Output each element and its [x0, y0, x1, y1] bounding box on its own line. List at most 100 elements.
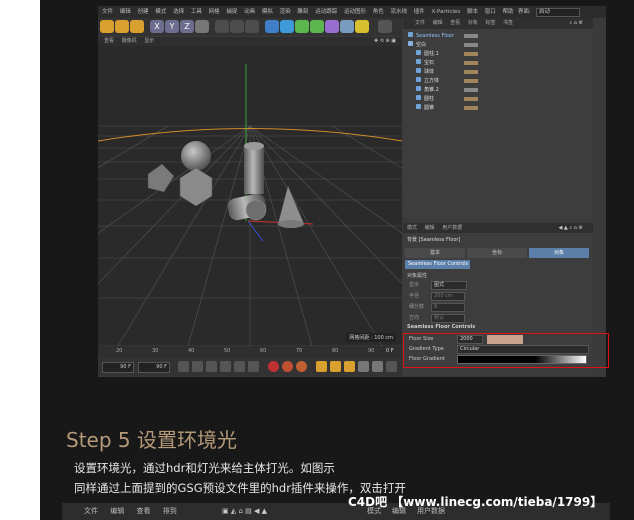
- menu-item[interactable]: X-Particles: [432, 9, 461, 15]
- spline-icon[interactable]: [280, 20, 294, 33]
- param-key-icon[interactable]: [358, 361, 369, 372]
- menu-item[interactable]: 插件: [414, 9, 425, 15]
- visibility-flags[interactable]: [464, 79, 478, 83]
- strip-menu-item[interactable]: 文件: [84, 507, 98, 515]
- object-row[interactable]: 角锥.2: [408, 86, 596, 95]
- 3d-viewport[interactable]: 网格间距 : 100 cm: [98, 46, 402, 346]
- viewport-menu-item[interactable]: 显示: [144, 38, 154, 44]
- key-selection-icon[interactable]: [296, 361, 307, 372]
- om-menu-item[interactable]: 文件: [415, 20, 425, 26]
- object-row[interactable]: 圆柱.1: [408, 50, 596, 59]
- am-menu-item[interactable]: 编辑: [425, 225, 435, 231]
- menu-item[interactable]: 流水线: [390, 9, 407, 15]
- radius-field[interactable]: 200 cm: [431, 292, 465, 301]
- visibility-flags[interactable]: [464, 88, 478, 92]
- strip-menu-item[interactable]: 编辑: [110, 507, 124, 515]
- prev-frame-icon[interactable]: [206, 361, 217, 372]
- viewport-menu-item[interactable]: 查看: [104, 38, 114, 44]
- scale-key-icon[interactable]: [330, 361, 341, 372]
- visibility-flags[interactable]: [464, 43, 478, 47]
- visibility-flags[interactable]: [464, 70, 478, 74]
- menu-item[interactable]: 运动跟踪: [315, 9, 337, 15]
- menu-item[interactable]: 文件: [102, 9, 113, 15]
- strip-menu-item[interactable]: 排到: [163, 507, 177, 515]
- visibility-flags[interactable]: [464, 106, 478, 110]
- object-row[interactable]: Seamless Floor: [408, 32, 588, 41]
- object-row[interactable]: 宝石: [408, 59, 596, 68]
- menu-item[interactable]: 动画: [244, 9, 255, 15]
- menu-item[interactable]: 脚本: [467, 9, 478, 15]
- timeline-menu-icon[interactable]: [386, 361, 397, 372]
- cube-icon[interactable]: [265, 20, 279, 33]
- menu-item[interactable]: 编辑: [120, 9, 131, 15]
- menu-item[interactable]: 创建: [138, 9, 149, 15]
- menu-item[interactable]: 窗口: [485, 9, 496, 15]
- autokey-icon[interactable]: [282, 361, 293, 372]
- controls-tab-badge[interactable]: Seamless Floor Controls: [405, 260, 470, 269]
- om-menu-item[interactable]: 对象: [468, 20, 478, 26]
- visibility-flags[interactable]: [464, 52, 478, 56]
- scene-icon[interactable]: [340, 20, 354, 33]
- am-menu-item[interactable]: 模式: [407, 225, 417, 231]
- object-row[interactable]: 球体: [408, 68, 596, 77]
- menu-item[interactable]: 角色: [373, 9, 384, 15]
- menu-item[interactable]: 工具: [191, 9, 202, 15]
- layout-select[interactable]: 启动: [536, 8, 580, 17]
- menu-item[interactable]: 雕刻: [297, 9, 308, 15]
- object-row[interactable]: 立方体: [408, 77, 596, 86]
- menu-item[interactable]: 运动图形: [344, 9, 366, 15]
- array-icon[interactable]: [310, 20, 324, 33]
- scale-icon[interactable]: [130, 20, 144, 33]
- viewport-nav-icon[interactable]: [378, 20, 392, 33]
- coordinate-system-icon[interactable]: [195, 20, 209, 33]
- prev-key-icon[interactable]: [192, 361, 203, 372]
- om-menu-item[interactable]: 书签: [503, 20, 513, 26]
- object-row[interactable]: 圆锥: [408, 104, 596, 113]
- render-settings-icon[interactable]: [245, 20, 259, 33]
- viewport-menu-item[interactable]: 摄像机: [122, 38, 137, 44]
- orientation-select[interactable]: 默认: [431, 314, 465, 323]
- subdivisions-field[interactable]: 8: [431, 303, 465, 312]
- menu-item[interactable]: 选择: [173, 9, 184, 15]
- go-to-start-icon[interactable]: [178, 361, 189, 372]
- menu-item[interactable]: 捕捉: [226, 9, 237, 15]
- tab-basic[interactable]: 基本: [405, 248, 465, 258]
- y-axis-icon[interactable]: Y: [165, 20, 179, 33]
- pla-key-icon[interactable]: [372, 361, 383, 372]
- cylinder-object[interactable]: [244, 146, 264, 194]
- om-menu-item[interactable]: 编辑: [433, 20, 443, 26]
- object-row[interactable]: 圆柱: [408, 95, 596, 104]
- undo-icon[interactable]: [100, 20, 114, 33]
- viewport-nav-icons[interactable]: ✥ ⟲ ⊕ ▣: [374, 37, 396, 46]
- display-select[interactable]: 图式: [431, 281, 467, 290]
- om-menu-item[interactable]: 查看: [450, 20, 460, 26]
- tab-coord[interactable]: 坐标: [467, 248, 527, 258]
- deformer-icon[interactable]: [325, 20, 339, 33]
- go-to-end-icon[interactable]: [248, 361, 259, 372]
- timeline-ruler[interactable]: 20 30 40 50 60 70 80 90 0 F: [98, 346, 402, 358]
- position-key-icon[interactable]: [316, 361, 327, 372]
- menu-item[interactable]: 模式: [155, 9, 166, 15]
- frame-start-field[interactable]: 90 F: [102, 362, 134, 373]
- x-axis-icon[interactable]: X: [150, 20, 164, 33]
- menu-item[interactable]: 模拟: [262, 9, 273, 15]
- visibility-flags[interactable]: [464, 34, 478, 38]
- visibility-flags[interactable]: [464, 97, 478, 101]
- play-icon[interactable]: [220, 361, 231, 372]
- nurbs-icon[interactable]: [295, 20, 309, 33]
- render-picture-viewer-icon[interactable]: [230, 20, 244, 33]
- strip-toolbar-icons[interactable]: ▣ ◭ ⌂ ▤ ◀ ▲: [222, 503, 267, 520]
- record-icon[interactable]: [268, 361, 279, 372]
- menu-item[interactable]: 网格: [209, 9, 220, 15]
- visibility-flags[interactable]: [464, 61, 478, 65]
- om-search-icon[interactable]: ⌕ ⌂ ⚙: [569, 18, 583, 29]
- next-frame-icon[interactable]: [234, 361, 245, 372]
- tab-object[interactable]: 对象: [529, 248, 589, 258]
- render-view-icon[interactable]: [215, 20, 229, 33]
- am-nav-icons[interactable]: ◀ ▲ ⌕ ⌂ ⚙: [558, 223, 583, 233]
- object-row[interactable]: 空白: [408, 41, 588, 50]
- menu-item[interactable]: 帮助: [502, 9, 513, 15]
- z-axis-icon[interactable]: Z: [180, 20, 194, 33]
- strip-menu-item[interactable]: 查看: [136, 507, 150, 515]
- light-icon[interactable]: [355, 20, 369, 33]
